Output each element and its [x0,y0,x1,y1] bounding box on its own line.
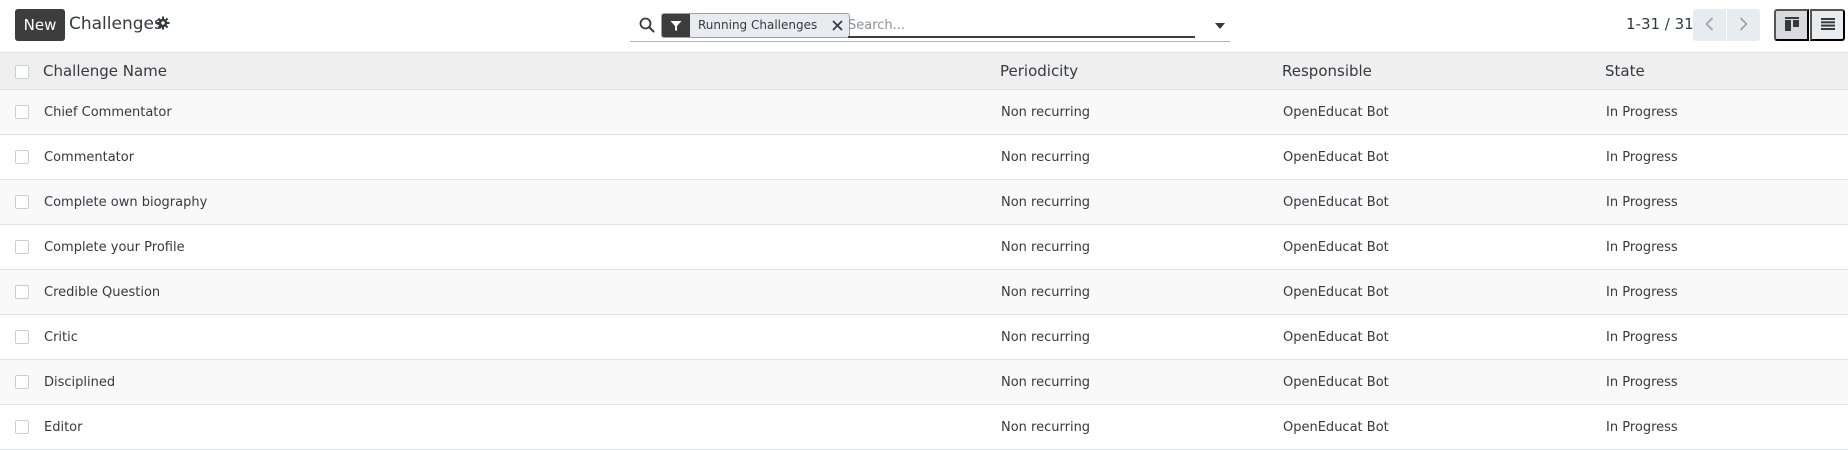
search-facet: Running Challenges [661,13,851,38]
periodicity-cell[interactable]: Non recurring [993,270,1275,315]
page-title: Challenges [69,14,163,34]
periodicity-cell[interactable]: Non recurring [993,405,1275,450]
search-input[interactable] [848,14,1195,38]
periodicity-cell[interactable]: Non recurring [993,360,1275,405]
control-panel: New Challenges Running Challenges 1-31 /… [0,0,1848,52]
row-checkbox[interactable] [15,105,29,119]
responsible-cell[interactable]: OpenEducat Bot [1275,270,1598,315]
responsible-cell[interactable]: OpenEducat Bot [1275,180,1598,225]
row-checkbox[interactable] [15,150,29,164]
periodicity-cell[interactable]: Non recurring [993,90,1275,135]
challenge-name-cell[interactable]: Disciplined [36,360,993,405]
facet-label: Running Challenges [698,18,818,32]
responsible-cell[interactable]: OpenEducat Bot [1275,405,1598,450]
responsible-cell[interactable]: OpenEducat Bot [1275,225,1598,270]
pager-value[interactable]: 1-31 / 31 [1626,15,1694,33]
challenges-table: Challenge Name Periodicity Responsible S… [0,52,1848,450]
chevron-left-icon [1705,16,1714,34]
table-row[interactable]: Complete own biography Non recurring Ope… [0,179,1848,225]
row-checkbox[interactable] [15,375,29,389]
column-header-challenge-name[interactable]: Challenge Name [36,53,993,90]
chevron-right-icon [1739,16,1748,34]
kanban-view-button[interactable] [1774,9,1809,41]
new-button[interactable]: New [15,9,65,41]
challenge-name-cell[interactable]: Complete own biography [36,180,993,225]
row-checkbox[interactable] [15,285,29,299]
table-row[interactable]: Complete your Profile Non recurring Open… [0,224,1848,270]
state-cell[interactable]: In Progress [1598,270,1848,315]
table-row[interactable]: Disciplined Non recurring OpenEducat Bot… [0,359,1848,405]
table-row[interactable]: Credible Question Non recurring OpenEduc… [0,269,1848,315]
periodicity-cell[interactable]: Non recurring [993,225,1275,270]
close-icon[interactable] [825,14,849,37]
state-cell[interactable]: In Progress [1598,360,1848,405]
state-cell[interactable]: In Progress [1598,135,1848,180]
table-row[interactable]: Critic Non recurring OpenEducat Bot In P… [0,314,1848,360]
challenge-name-cell[interactable]: Complete your Profile [36,225,993,270]
column-header-responsible[interactable]: Responsible [1275,53,1598,90]
row-checkbox[interactable] [15,330,29,344]
periodicity-cell[interactable]: Non recurring [993,315,1275,360]
column-header-state[interactable]: State [1598,53,1848,90]
challenge-name-cell[interactable]: Critic [36,315,993,360]
state-cell[interactable]: In Progress [1598,180,1848,225]
row-checkbox[interactable] [15,195,29,209]
search-bar: Running Challenges [630,10,1230,42]
gear-icon[interactable] [156,16,170,30]
responsible-cell[interactable]: OpenEducat Bot [1275,90,1598,135]
periodicity-cell[interactable]: Non recurring [993,135,1275,180]
pager-next-button[interactable] [1727,9,1760,41]
challenge-name-cell[interactable]: Chief Commentator [36,90,993,135]
table-header-row: Challenge Name Periodicity Responsible S… [0,52,1848,90]
caret-down-icon[interactable] [1210,18,1230,34]
row-checkbox[interactable] [15,240,29,254]
list-view-button[interactable] [1810,9,1845,41]
select-all-checkbox[interactable] [15,64,29,79]
periodicity-cell[interactable]: Non recurring [993,180,1275,225]
kanban-view-icon [1784,16,1799,34]
challenge-name-cell[interactable]: Credible Question [36,270,993,315]
table-row[interactable]: Editor Non recurring OpenEducat Bot In P… [0,404,1848,450]
state-cell[interactable]: In Progress [1598,405,1848,450]
responsible-cell[interactable]: OpenEducat Bot [1275,360,1598,405]
row-checkbox[interactable] [15,420,29,434]
state-cell[interactable]: In Progress [1598,225,1848,270]
pager-previous-button[interactable] [1693,9,1726,41]
filter-icon [662,14,690,37]
list-view-icon [1820,17,1835,33]
table-row[interactable]: Chief Commentator Non recurring OpenEduc… [0,89,1848,135]
challenge-name-cell[interactable]: Editor [36,405,993,450]
table-row[interactable]: Commentator Non recurring OpenEducat Bot… [0,134,1848,180]
state-cell[interactable]: In Progress [1598,90,1848,135]
search-icon[interactable] [638,16,656,34]
column-header-periodicity[interactable]: Periodicity [993,53,1275,90]
state-cell[interactable]: In Progress [1598,315,1848,360]
responsible-cell[interactable]: OpenEducat Bot [1275,135,1598,180]
challenge-name-cell[interactable]: Commentator [36,135,993,180]
responsible-cell[interactable]: OpenEducat Bot [1275,315,1598,360]
